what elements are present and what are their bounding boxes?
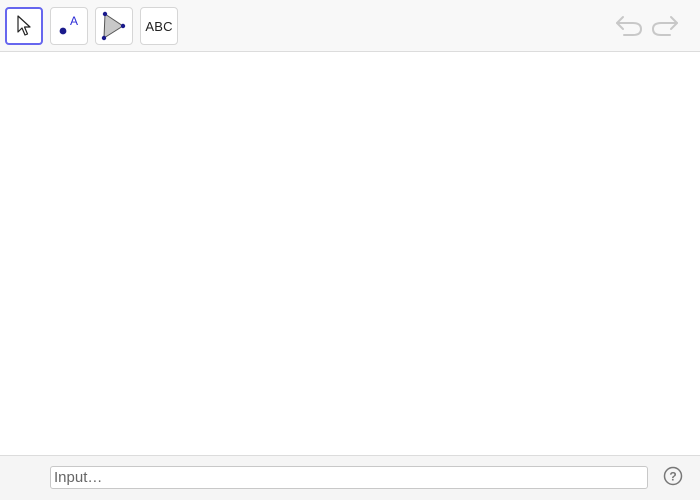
algebra-input-field[interactable] [50, 466, 648, 489]
move-tool-button[interactable] [5, 7, 43, 45]
text-tool-button[interactable]: ABC [140, 7, 178, 45]
triangle-icon [99, 11, 129, 41]
redo-button[interactable] [650, 14, 680, 40]
redo-icon [650, 13, 680, 42]
point-tool-button[interactable]: A [50, 7, 88, 45]
help-icon: ? [663, 466, 683, 491]
input-bar: ? [0, 455, 700, 500]
graphics-canvas[interactable] [0, 52, 700, 455]
svg-text:?: ? [669, 469, 676, 483]
undo-button[interactable] [614, 14, 644, 40]
cursor-arrow-icon [16, 15, 32, 37]
point-icon: A [55, 12, 83, 40]
text-icon: ABC [145, 18, 173, 34]
undo-icon [614, 13, 644, 42]
polygon-tool-button[interactable] [95, 7, 133, 45]
toolbar: A ABC [0, 0, 700, 52]
help-button[interactable]: ? [663, 466, 683, 491]
point-label: A [70, 14, 78, 28]
